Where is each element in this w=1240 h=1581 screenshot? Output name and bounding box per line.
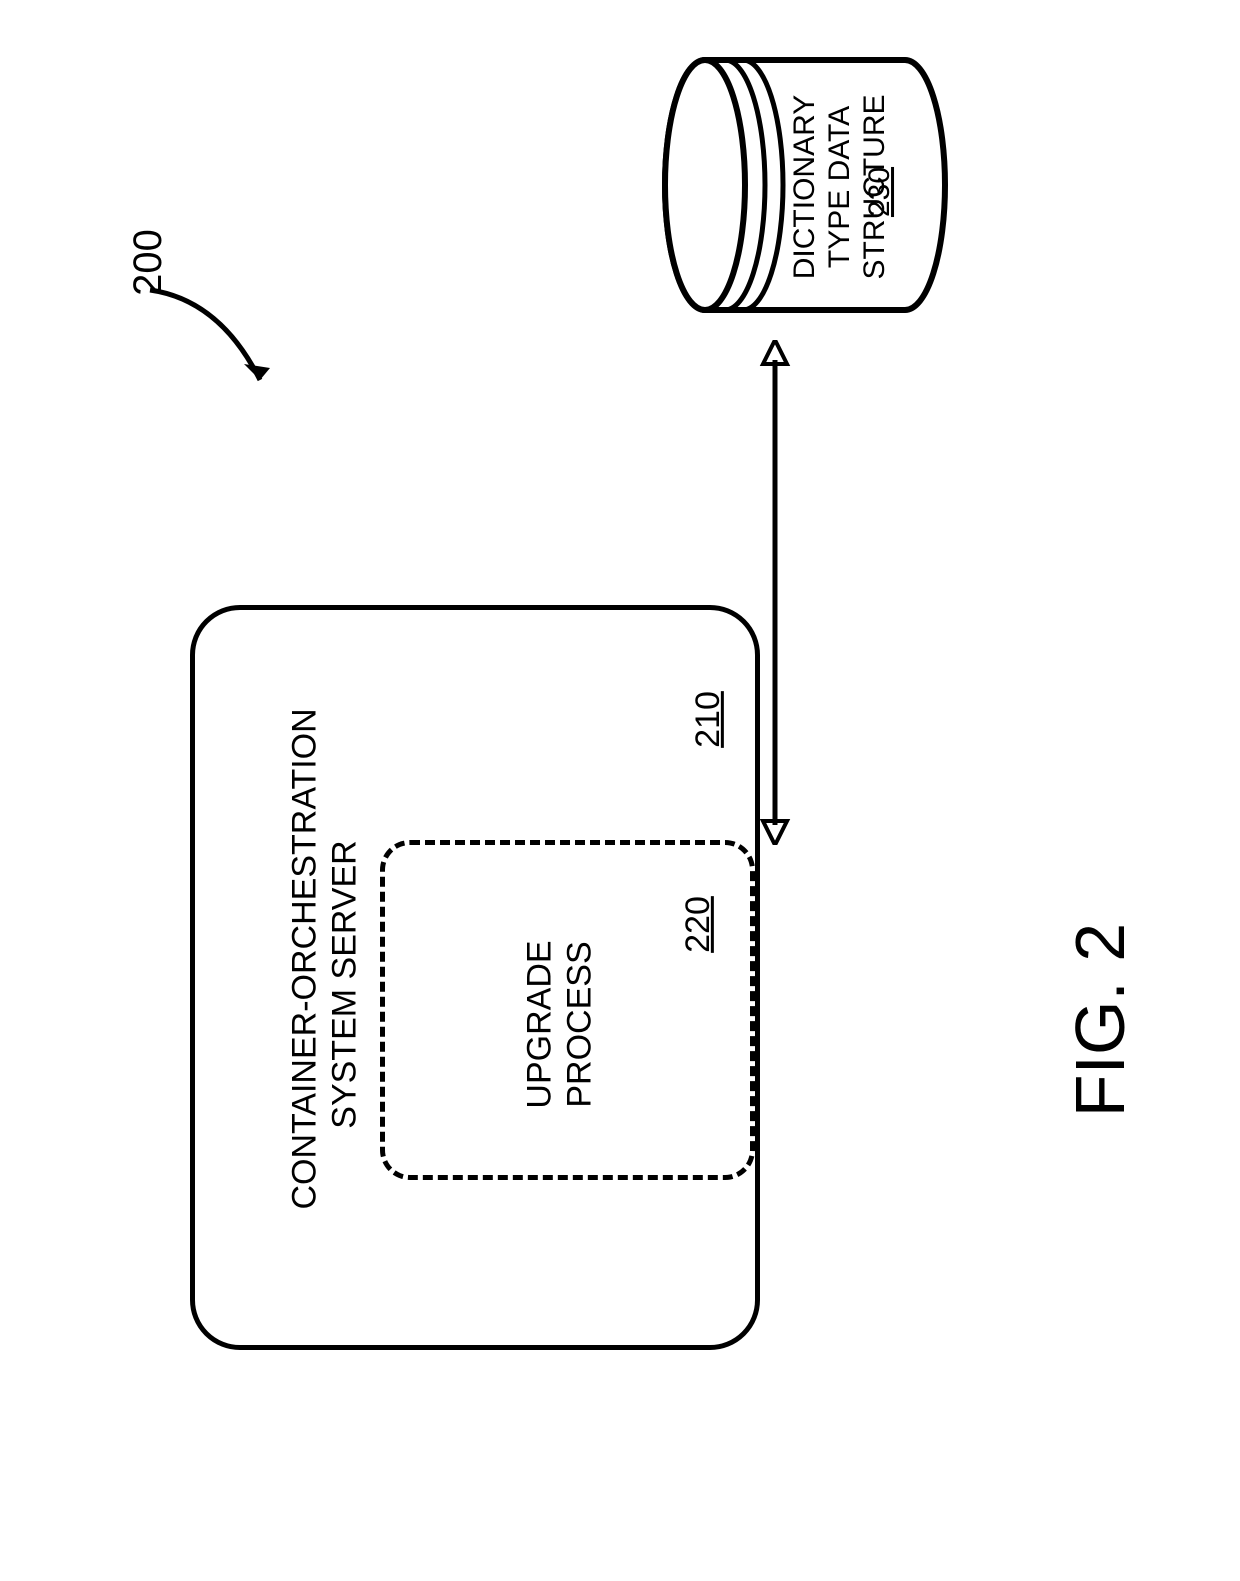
server-title-line2: SYSTEM SERVER [326,760,365,1210]
fig-ref-arrow-icon [140,280,280,400]
server-title-line1: CONTAINER-ORCHESTRATION [286,760,325,1210]
datastore-title-line1: DICTIONARY [788,77,822,297]
figure-caption: FIG. 2 [1060,880,1140,1160]
process-ref-number: 220 [679,896,718,953]
process-title-line1: UPGRADE [521,925,560,1125]
patent-figure-2: 200 CONTAINER-ORCHESTRATION SYSTEM SERVE… [0,0,1240,1581]
datastore-ref-number: 230 [863,167,897,217]
datastore-title-line2: TYPE DATA [823,77,857,297]
server-ref-number: 210 [689,691,728,748]
bidirectional-arrow-icon [753,340,797,845]
process-title-line2: PROCESS [561,925,600,1125]
